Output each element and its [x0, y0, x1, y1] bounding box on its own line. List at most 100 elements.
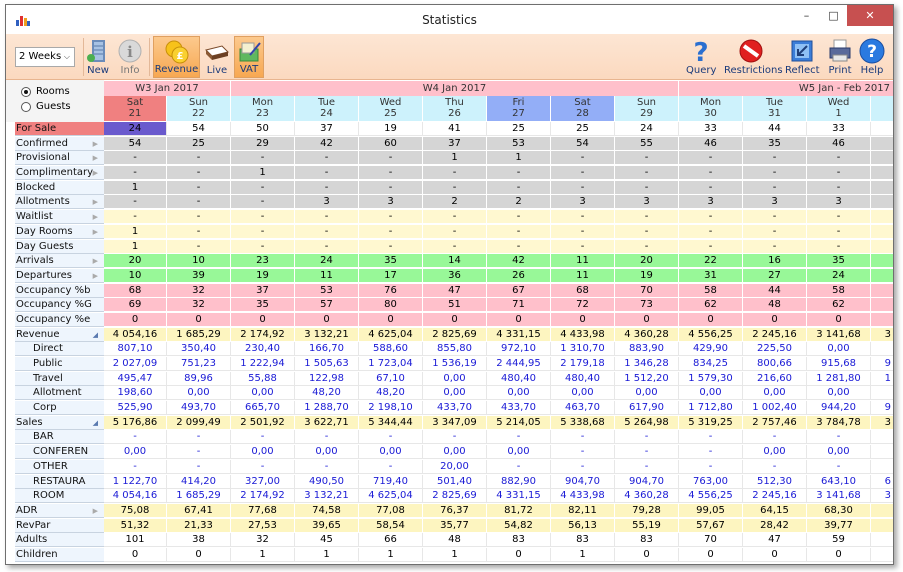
row-label[interactable]: Day Rooms ▶ — [15, 224, 104, 239]
day-header[interactable]: Sun 29 — [615, 96, 679, 121]
table-cell[interactable] — [871, 518, 893, 533]
period-select[interactable]: 2 Weeks ⌵ — [15, 47, 75, 67]
table-cell[interactable]: 39,77 — [807, 518, 871, 533]
expand-arrow-icon[interactable]: ▶ — [93, 269, 98, 282]
restrictions-button[interactable]: Restrictions — [724, 36, 783, 78]
day-header[interactable]: Wed 1 — [807, 96, 871, 121]
table-cell[interactable]: 45 — [295, 533, 359, 548]
table-cell[interactable]: 2 174,92 — [231, 327, 295, 342]
table-cell[interactable] — [871, 195, 893, 210]
table-cell[interactable]: 33 — [679, 122, 743, 136]
table-cell[interactable]: 5 344,44 — [359, 415, 423, 430]
table-cell[interactable]: 55,88 — [231, 371, 295, 386]
table-cell[interactable]: - — [743, 239, 807, 254]
table-cell[interactable]: 101 — [104, 533, 167, 548]
table-cell[interactable]: 54 — [104, 136, 167, 151]
table-cell[interactable]: - — [487, 180, 551, 195]
table-cell[interactable] — [871, 547, 893, 562]
table-cell[interactable]: - — [231, 151, 295, 166]
table-cell[interactable]: 0 — [487, 312, 551, 327]
table-cell[interactable]: 350,40 — [167, 342, 231, 357]
table-cell[interactable]: 76,37 — [423, 503, 487, 518]
table-cell[interactable]: - — [679, 166, 743, 181]
table-cell[interactable]: - — [359, 151, 423, 166]
table-cell[interactable]: 122,98 — [295, 371, 359, 386]
table-cell[interactable]: 433,70 — [423, 401, 487, 416]
table-cell[interactable]: 32 — [167, 298, 231, 313]
table-cell[interactable]: 225,50 — [743, 342, 807, 357]
table-cell[interactable]: 5 214,05 — [487, 415, 551, 430]
row-label[interactable]: Provisional ▶ — [15, 151, 104, 166]
table-cell[interactable]: - — [743, 151, 807, 166]
table-cell[interactable]: 588,60 — [359, 342, 423, 357]
table-cell[interactable]: 1 002,40 — [743, 401, 807, 416]
table-cell[interactable]: - — [679, 459, 743, 474]
table-cell[interactable]: - — [359, 166, 423, 181]
table-cell[interactable]: - — [359, 430, 423, 445]
table-cell[interactable]: 433,70 — [487, 401, 551, 416]
table-cell[interactable]: 1 310,70 — [551, 342, 615, 357]
table-cell[interactable]: - — [551, 430, 615, 445]
day-header[interactable]: Thu 26 — [423, 96, 487, 121]
table-cell[interactable]: 0 — [487, 547, 551, 562]
table-cell[interactable]: 495,47 — [104, 371, 167, 386]
table-cell[interactable]: 25 — [487, 122, 551, 136]
table-cell[interactable]: - — [231, 210, 295, 225]
table-cell[interactable]: 3 — [359, 195, 423, 210]
table-cell[interactable]: 29 — [231, 136, 295, 151]
table-cell[interactable]: - — [615, 180, 679, 195]
table-cell[interactable]: 23 — [231, 254, 295, 269]
table-cell[interactable]: 3 — [807, 195, 871, 210]
table-cell[interactable]: 36 — [423, 268, 487, 283]
table-cell[interactable] — [871, 298, 893, 313]
day-header[interactable]: Mon 23 — [231, 96, 295, 121]
table-cell[interactable]: 1 505,63 — [295, 357, 359, 371]
table-cell[interactable]: 0,00 — [423, 386, 487, 401]
table-cell[interactable]: 1 — [104, 180, 167, 195]
table-cell[interactable]: 25 — [551, 122, 615, 136]
table-cell[interactable]: 70 — [615, 283, 679, 298]
table-cell[interactable]: - — [807, 224, 871, 239]
table-cell[interactable]: 3 — [615, 195, 679, 210]
table-cell[interactable]: 1 — [295, 547, 359, 562]
table-cell[interactable]: 35 — [359, 254, 423, 269]
table-cell[interactable]: 0 — [615, 547, 679, 562]
table-cell[interactable] — [871, 210, 893, 225]
table-cell[interactable]: 48 — [423, 533, 487, 548]
table-cell[interactable]: 38 — [167, 533, 231, 548]
table-cell[interactable]: 4 433,98 — [551, 327, 615, 342]
table-cell[interactable]: 58 — [679, 283, 743, 298]
table-cell[interactable]: 20 — [104, 254, 167, 269]
table-cell[interactable]: 3 — [743, 195, 807, 210]
row-label[interactable]: Sales ◢ — [15, 415, 104, 430]
table-cell[interactable]: 33 — [807, 122, 871, 136]
table-cell[interactable]: 54,82 — [487, 518, 551, 533]
table-cell[interactable] — [871, 254, 893, 269]
table-cell[interactable]: 31 — [679, 268, 743, 283]
table-cell[interactable]: 0 — [167, 547, 231, 562]
table-cell[interactable]: 62 — [807, 298, 871, 313]
table-cell[interactable]: - — [551, 210, 615, 225]
table-cell[interactable]: 4 054,16 — [104, 489, 167, 504]
table-cell[interactable]: - — [551, 180, 615, 195]
table-cell[interactable]: 24 — [807, 268, 871, 283]
table-cell[interactable] — [871, 445, 893, 460]
table-cell[interactable]: 35 — [807, 254, 871, 269]
table-cell[interactable]: 0 — [551, 312, 615, 327]
table-cell[interactable]: 3 622,71 — [295, 415, 359, 430]
print-button[interactable]: Print — [826, 36, 854, 78]
table-cell[interactable]: 0,00 — [231, 445, 295, 460]
table-cell[interactable]: 0,00 — [743, 386, 807, 401]
table-cell[interactable]: 2 — [487, 195, 551, 210]
table-cell[interactable]: 1 — [231, 547, 295, 562]
table-cell[interactable] — [871, 430, 893, 445]
table-cell[interactable]: 0 — [679, 547, 743, 562]
table-cell[interactable]: 19 — [615, 268, 679, 283]
table-cell[interactable]: 915,68 — [807, 357, 871, 371]
table-cell[interactable]: 26 — [487, 268, 551, 283]
table-cell[interactable]: 4 360,28 — [615, 327, 679, 342]
table-cell[interactable] — [871, 166, 893, 181]
table-cell[interactable]: 11 — [551, 254, 615, 269]
table-cell[interactable]: 0,00 — [487, 386, 551, 401]
table-cell[interactable]: 5 319,25 — [679, 415, 743, 430]
